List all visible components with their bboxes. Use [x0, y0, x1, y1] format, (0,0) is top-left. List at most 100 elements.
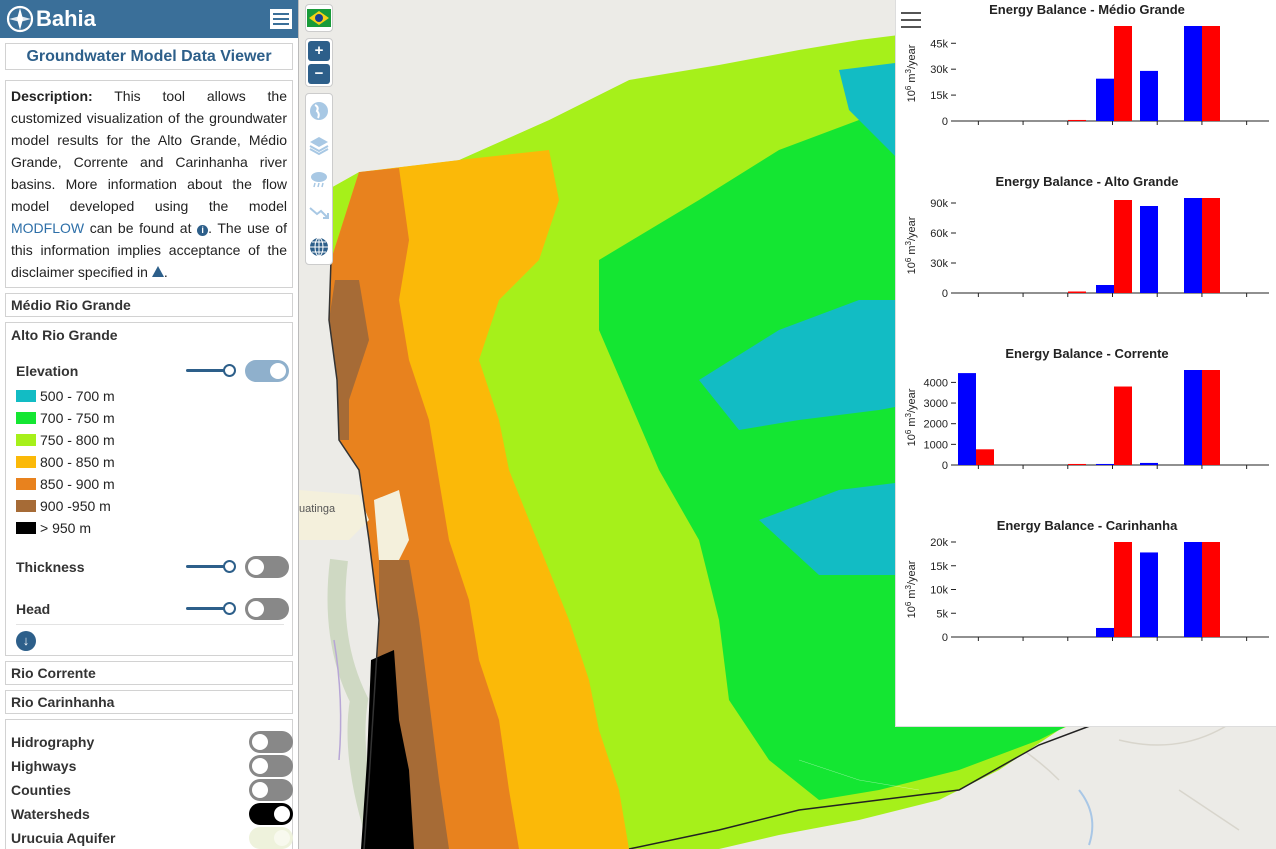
overlay-toggle[interactable]	[249, 755, 293, 777]
layer-head: Head	[16, 597, 289, 621]
legend-item: 750 - 800 m	[16, 429, 115, 451]
legend-item: 850 - 900 m	[16, 473, 115, 495]
thickness-toggle[interactable]	[245, 556, 289, 578]
rain-cloud-icon[interactable]	[306, 162, 332, 196]
globe-americas-icon[interactable]	[306, 94, 332, 128]
bar	[1184, 26, 1202, 121]
bar	[1114, 200, 1132, 293]
overlay-urucuia-aquifer: Urucuia Aquifer	[11, 826, 293, 849]
elevation-opacity-slider[interactable]	[186, 364, 236, 377]
layer-thickness: Thickness	[16, 555, 289, 579]
layers-icon[interactable]	[306, 128, 332, 162]
legend-label: 500 - 700 m	[40, 388, 115, 404]
legend-swatch	[16, 456, 36, 468]
info-icon[interactable]: i	[197, 225, 209, 236]
elevation-label: Elevation	[16, 363, 79, 379]
bar	[1096, 285, 1114, 293]
slider-handle[interactable]	[223, 364, 236, 377]
y-tick-label: 0	[942, 288, 948, 300]
overlay-counties: Counties	[11, 778, 293, 802]
page-title: Groundwater Model Data Viewer	[5, 43, 293, 70]
description-text-2: can be found at	[84, 220, 198, 236]
slider-handle[interactable]	[223, 602, 236, 615]
hamburger-icon[interactable]	[270, 9, 292, 29]
overlay-toggle[interactable]	[249, 827, 293, 849]
divider	[16, 624, 284, 625]
y-tick-label: 0	[942, 460, 948, 472]
overlay-toggle[interactable]	[249, 731, 293, 753]
basin-header-corrente[interactable]: Rio Corrente	[5, 661, 293, 685]
overlay-toggle[interactable]	[249, 779, 293, 801]
elevation-toggle[interactable]	[245, 360, 289, 382]
y-axis-label: 106 m3/year	[904, 388, 918, 446]
basin-header-carinhanha[interactable]: Rio Carinhanha	[5, 690, 293, 714]
y-tick-label: 10k	[930, 585, 948, 597]
head-toggle[interactable]	[245, 598, 289, 620]
warning-icon[interactable]	[151, 266, 164, 277]
overlay-label: Hidrography	[11, 734, 95, 750]
legend-item: 900 -950 m	[16, 495, 115, 517]
app-name: Bahia	[36, 6, 96, 31]
bar	[1140, 70, 1158, 121]
legend-label: 850 - 900 m	[40, 476, 115, 492]
bar	[1202, 26, 1220, 121]
bar	[1114, 26, 1132, 121]
legend-swatch	[16, 434, 36, 446]
sidebar: Bahia Groundwater Model Data Viewer Desc…	[0, 0, 299, 849]
description-text-4: .	[163, 264, 168, 280]
overlay-toggle[interactable]	[249, 803, 293, 825]
map-controls: + −	[305, 4, 334, 265]
logo[interactable]: Bahia	[6, 5, 96, 33]
slider-handle[interactable]	[223, 560, 236, 573]
y-axis-label: 106 m3/year	[904, 44, 918, 102]
bar	[1202, 370, 1220, 465]
energy-balance-panel: Energy Balance - Médio Grande 106 m3/year…	[895, 0, 1276, 727]
trend-arrow-icon[interactable]	[306, 196, 332, 230]
description-panel: Description: This tool allows the custom…	[5, 80, 293, 288]
legend-swatch	[16, 478, 36, 490]
top-bar: Bahia	[0, 0, 298, 38]
zoom-control: + −	[305, 38, 333, 87]
bar	[1184, 542, 1202, 637]
y-tick-label: 5k	[936, 608, 948, 620]
zoom-in-button[interactable]: +	[308, 41, 330, 61]
brazil-flag-icon[interactable]	[305, 4, 333, 32]
y-axis-label: 106 m3/year	[904, 560, 918, 618]
y-tick-label: 15k	[930, 90, 948, 102]
legend-item: > 950 m	[16, 517, 115, 539]
world-grid-icon[interactable]	[306, 230, 332, 264]
legend-swatch	[16, 390, 36, 402]
overlay-hidrography: Hidrography	[11, 730, 293, 754]
chart-title: Energy Balance - Alto Grande	[995, 174, 1178, 189]
y-tick-label: 4000	[924, 377, 948, 389]
thickness-opacity-slider[interactable]	[186, 560, 236, 573]
y-tick-label: 15k	[930, 561, 948, 573]
y-tick-label: 0	[942, 116, 948, 128]
legend-label: 900 -950 m	[40, 498, 111, 514]
bar	[1202, 198, 1220, 293]
y-tick-label: 20k	[930, 537, 948, 549]
basin-header-alto[interactable]: Alto Rio Grande	[11, 327, 118, 343]
basin-header-medio[interactable]: Médio Rio Grande	[5, 293, 293, 317]
zoom-out-button[interactable]: −	[308, 64, 330, 84]
modflow-link[interactable]: MODFLOW	[11, 220, 84, 236]
layer-elevation: Elevation	[16, 359, 289, 383]
bar	[1140, 462, 1158, 465]
bar	[1184, 198, 1202, 293]
head-label: Head	[16, 601, 51, 617]
bar	[1096, 463, 1114, 465]
bar	[1068, 291, 1086, 293]
bar	[1068, 463, 1086, 465]
overlay-label: Highways	[11, 758, 77, 774]
elevation-legend: 500 - 700 m 700 - 750 m 750 - 800 m 800 - 8…	[16, 385, 115, 539]
overlay-layers-panel: Hidrography Highways Counties Watersheds Uru…	[5, 719, 293, 849]
description-text: This tool allows the customized visualiz…	[11, 88, 287, 214]
head-opacity-slider[interactable]	[186, 602, 236, 615]
chart-title: Energy Balance - Médio Grande	[989, 2, 1185, 17]
map-tools	[305, 93, 333, 265]
bar	[1068, 119, 1086, 121]
arrow-down-icon[interactable]: ↓	[16, 631, 36, 651]
legend-item: 700 - 750 m	[16, 407, 115, 429]
bar	[1140, 206, 1158, 293]
overlay-label: Urucuia Aquifer	[11, 830, 116, 846]
